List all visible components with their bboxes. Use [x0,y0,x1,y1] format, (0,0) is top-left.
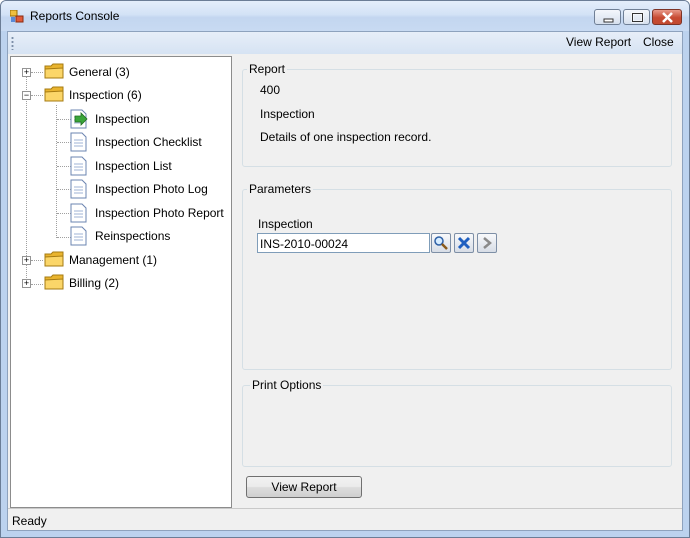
inspection-input[interactable]: INS-2010-00024 [257,233,430,253]
view-report-button[interactable]: View Report [246,476,362,498]
tree-node-billing[interactable]: + Billing (2) [11,272,231,294]
report-document-icon [70,226,87,246]
print-options-group-title: Print Options [250,378,324,392]
tree-node-label: General (3) [69,65,130,79]
window-title: Reports Console [30,9,120,23]
tree-node-label: Inspection [95,112,150,126]
tree-node-inspection-list[interactable]: Inspection List [11,155,231,177]
folder-icon [44,251,64,267]
search-button[interactable] [431,233,451,253]
report-document-icon [70,132,87,152]
report-document-icon [70,203,87,223]
report-name: Inspection [260,107,315,121]
report-tree[interactable]: + General (3) − Inspection (6) Inspectio… [10,56,232,508]
report-group-title: Report [247,62,288,76]
client-area: View Report Close + General (3) − Inspec… [7,31,683,531]
parameters-group-title: Parameters [247,182,314,196]
tree-node-general[interactable]: + General (3) [11,61,231,83]
clear-button[interactable] [454,233,474,253]
folder-open-icon [44,86,64,102]
expand-plus-icon[interactable]: + [22,256,31,265]
minimize-icon [603,18,614,23]
menu-view-report[interactable]: View Report [564,35,633,49]
status-bar: Ready [8,508,682,530]
report-app-icon [10,10,24,23]
tree-node-label: Reinspections [95,229,171,243]
expand-plus-icon[interactable]: + [22,279,31,288]
report-document-icon [70,156,87,176]
inspection-field-label: Inspection [258,217,313,231]
tree-node-label: Inspection Checklist [95,135,202,149]
tree-node-inspection-photo-report[interactable]: Inspection Photo Report [11,202,231,224]
report-description: Details of one inspection record. [260,130,432,144]
window-close-button[interactable] [652,9,682,25]
report-document-icon [70,179,87,199]
tree-node-label: Inspection List [95,159,172,173]
tree-node-label: Inspection Photo Report [95,206,224,220]
panel-splitter[interactable] [232,56,238,508]
tree-node-management[interactable]: + Management (1) [11,249,231,271]
tree-node-label: Management (1) [69,253,158,267]
collapse-minus-icon[interactable]: − [22,91,31,100]
tree-node-inspection[interactable]: Inspection [11,108,231,130]
expand-plus-icon[interactable]: + [22,68,31,77]
next-button[interactable] [477,233,497,253]
close-icon [662,12,673,23]
print-options-group [242,385,672,467]
tree-node-inspection-checklist[interactable]: Inspection Checklist [11,131,231,153]
next-arrow-icon [483,237,492,249]
minimize-button[interactable] [594,9,621,25]
report-number: 400 [260,83,281,97]
maximize-button[interactable] [623,9,650,25]
status-text: Ready [12,514,47,528]
menu-close[interactable]: Close [641,35,676,49]
tree-node-inspection-group[interactable]: − Inspection (6) [11,84,231,106]
tree-node-label: Billing (2) [69,276,120,290]
menu-bar: View Report Close [8,32,682,54]
report-selected-arrow-icon [70,109,88,129]
maximize-icon [631,12,644,23]
folder-icon [44,63,64,79]
tree-node-label: Inspection (6) [69,88,142,102]
tree-node-label: Inspection Photo Log [95,182,208,196]
tree-node-reinspections[interactable]: Reinspections [11,225,231,247]
reports-console-window: Reports Console View Report Close + Gene… [0,0,690,538]
clear-x-icon [457,236,471,250]
title-bar[interactable]: Reports Console [1,1,689,31]
folder-icon [44,274,64,290]
tree-node-inspection-photo-log[interactable]: Inspection Photo Log [11,178,231,200]
toolbar-grip[interactable] [11,36,14,50]
search-icon [434,236,448,250]
